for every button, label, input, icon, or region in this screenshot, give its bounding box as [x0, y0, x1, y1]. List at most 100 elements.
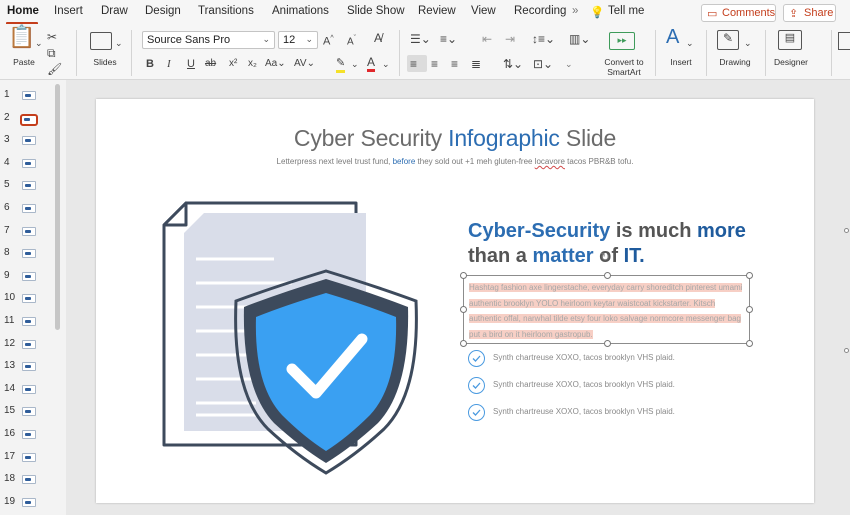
slide-title[interactable]: Cyber Security Infographic Slide — [96, 125, 814, 152]
slide-subtitle[interactable]: Letterpress next level trust fund, befor… — [96, 157, 814, 166]
slide-thumbnail[interactable] — [22, 249, 36, 259]
strikethrough-icon[interactable]: ab — [205, 57, 216, 71]
decrease-indent-icon[interactable]: ⇤ — [482, 32, 492, 46]
paste-icon[interactable]: 📋 — [8, 26, 35, 48]
underline-icon[interactable]: U — [187, 57, 195, 71]
slide-thumbnail[interactable] — [22, 204, 36, 213]
resize-handle-bottom-left[interactable] — [460, 340, 467, 347]
thumbnail-scrollbar[interactable] — [55, 84, 60, 330]
resize-handle-left[interactable] — [460, 306, 467, 313]
align-text-icon[interactable]: ⊡⌄ — [533, 57, 553, 71]
convert-smartart-label-2[interactable]: SmartArt — [600, 67, 648, 77]
slide-thumbnail[interactable] — [22, 430, 36, 439]
slide-thumbnail[interactable] — [22, 181, 36, 191]
columns-icon[interactable]: ▥⌄ — [569, 32, 590, 46]
more-tabs-chevron-icon[interactable]: » — [572, 5, 578, 17]
tell-me-search[interactable]: Tell me — [608, 5, 644, 17]
insert-label[interactable]: Insert — [662, 57, 700, 67]
slide-thumbnail[interactable] — [22, 317, 36, 326]
slide-headline[interactable]: Cyber-Security is much more than a matte… — [468, 219, 768, 269]
justify-icon[interactable]: ≣ — [471, 57, 481, 71]
font-color-icon[interactable]: A — [367, 55, 376, 72]
selected-body-textbox[interactable]: Hashtag fashion axe lingerstache, everyd… — [460, 250, 753, 347]
designer-label[interactable]: Designer — [770, 57, 812, 67]
change-case-icon[interactable]: Aa⌄ — [265, 57, 286, 71]
clear-formatting-icon[interactable]: A̸ — [374, 31, 382, 45]
align-right-icon[interactable]: ≡ — [451, 57, 458, 71]
tab-transitions[interactable]: Transitions — [198, 5, 254, 17]
character-spacing-icon[interactable]: AV⌄ — [294, 57, 315, 71]
subscript-icon[interactable]: x₂ — [248, 57, 257, 71]
tab-review[interactable]: Review — [418, 5, 456, 17]
tab-design[interactable]: Design — [145, 5, 181, 17]
decrease-font-size-icon[interactable]: Aˇ — [347, 32, 356, 49]
resize-handle-top-right[interactable] — [746, 272, 753, 279]
highlight-color-icon[interactable]: ✎ — [336, 56, 346, 73]
italic-icon[interactable]: I — [167, 57, 171, 71]
cyber-security-illustration[interactable] — [156, 197, 426, 477]
paste-label[interactable]: Paste — [10, 57, 38, 67]
chevron-down-icon[interactable]: ⌄ — [382, 57, 390, 71]
format-painter-icon[interactable]: 🖌 — [47, 62, 62, 76]
resize-handle-bottom[interactable] — [604, 340, 611, 347]
resize-handle-top-left[interactable] — [460, 272, 467, 279]
numbering-icon[interactable]: ≡⌄ — [440, 32, 457, 46]
comments-button[interactable]: ▭ Comments — [701, 4, 776, 22]
text-direction-icon[interactable]: ⇅⌄ — [503, 57, 523, 71]
slide-thumbnail[interactable] — [22, 158, 36, 168]
more-paragraph-icon[interactable]: ⌄ — [565, 57, 573, 71]
increase-indent-icon[interactable]: ⇥ — [505, 32, 515, 46]
paste-dropdown-chevron-icon[interactable]: ⌄ — [35, 36, 43, 50]
slide-thumbnail[interactable] — [22, 294, 36, 304]
resize-handle-bottom-right[interactable] — [746, 340, 753, 347]
slide-thumbnail[interactable] — [22, 475, 36, 485]
slide-thumbnail[interactable] — [22, 136, 36, 146]
chevron-down-icon[interactable]: ⌄ — [744, 36, 752, 50]
convert-smartart-label-1[interactable]: Convert to — [600, 57, 648, 67]
resize-handle-top[interactable] — [604, 272, 611, 279]
slide-thumbnail[interactable] — [22, 497, 36, 507]
slides-label[interactable]: Slides — [88, 57, 122, 67]
slide-thumbnail[interactable] — [22, 271, 36, 281]
drawing-label[interactable]: Drawing — [714, 57, 756, 67]
slide-thumbnail[interactable] — [22, 91, 36, 100]
tab-home[interactable]: Home — [7, 5, 39, 17]
font-name-select[interactable]: Source Sans Pro ⌄ — [142, 31, 275, 49]
tab-animations[interactable]: Animations — [272, 5, 329, 17]
line-spacing-icon[interactable]: ↕≡⌄ — [532, 32, 555, 46]
font-size-select[interactable]: 12 ⌄ — [278, 31, 318, 49]
rotate-handle-icon[interactable]: ↻ — [600, 250, 610, 264]
smartart-icon[interactable]: ▸▸ — [609, 32, 635, 50]
tab-draw[interactable]: Draw — [101, 5, 128, 17]
slide-thumbnail[interactable] — [22, 339, 36, 349]
bullets-icon[interactable]: ☰⌄ — [410, 32, 431, 46]
chevron-down-icon[interactable]: ⌄ — [686, 36, 694, 50]
slide-2[interactable]: Cyber Security Infographic Slide Letterp… — [96, 99, 814, 503]
chevron-down-icon[interactable]: ⌄ — [351, 57, 359, 71]
drawing-icon[interactable]: ✎ — [717, 30, 739, 50]
superscript-icon[interactable]: x² — [229, 57, 237, 71]
slide-thumbnail[interactable] — [22, 362, 36, 372]
overflow-panel-icon[interactable] — [838, 32, 850, 50]
slide-thumbnail[interactable] — [22, 407, 36, 417]
resize-handle-right[interactable] — [746, 306, 753, 313]
new-slide-icon[interactable] — [90, 32, 112, 50]
tab-slide-show[interactable]: Slide Show — [347, 5, 405, 17]
copy-icon[interactable]: ⧉ — [47, 46, 56, 60]
increase-font-size-icon[interactable]: A^ — [323, 32, 334, 49]
slide-thumbnail[interactable] — [20, 113, 38, 126]
align-center-icon[interactable]: ≡ — [431, 57, 438, 71]
bold-icon[interactable]: B — [146, 57, 154, 71]
slides-dropdown-chevron-icon[interactable]: ⌄ — [115, 36, 123, 50]
tab-insert[interactable]: Insert — [54, 5, 83, 17]
slide-thumbnail[interactable] — [22, 384, 36, 394]
tab-recording[interactable]: Recording — [514, 5, 566, 17]
slide-thumbnail[interactable] — [22, 226, 36, 236]
resize-handle[interactable] — [844, 228, 849, 233]
designer-icon[interactable]: ▤ — [778, 30, 802, 50]
slide-thumbnail[interactable] — [22, 452, 36, 462]
share-button[interactable]: ⇪ Share — [783, 4, 836, 22]
body-text[interactable]: Hashtag fashion axe lingerstache, everyd… — [469, 280, 747, 342]
tab-view[interactable]: View — [471, 5, 496, 17]
resize-handle[interactable] — [844, 348, 849, 353]
